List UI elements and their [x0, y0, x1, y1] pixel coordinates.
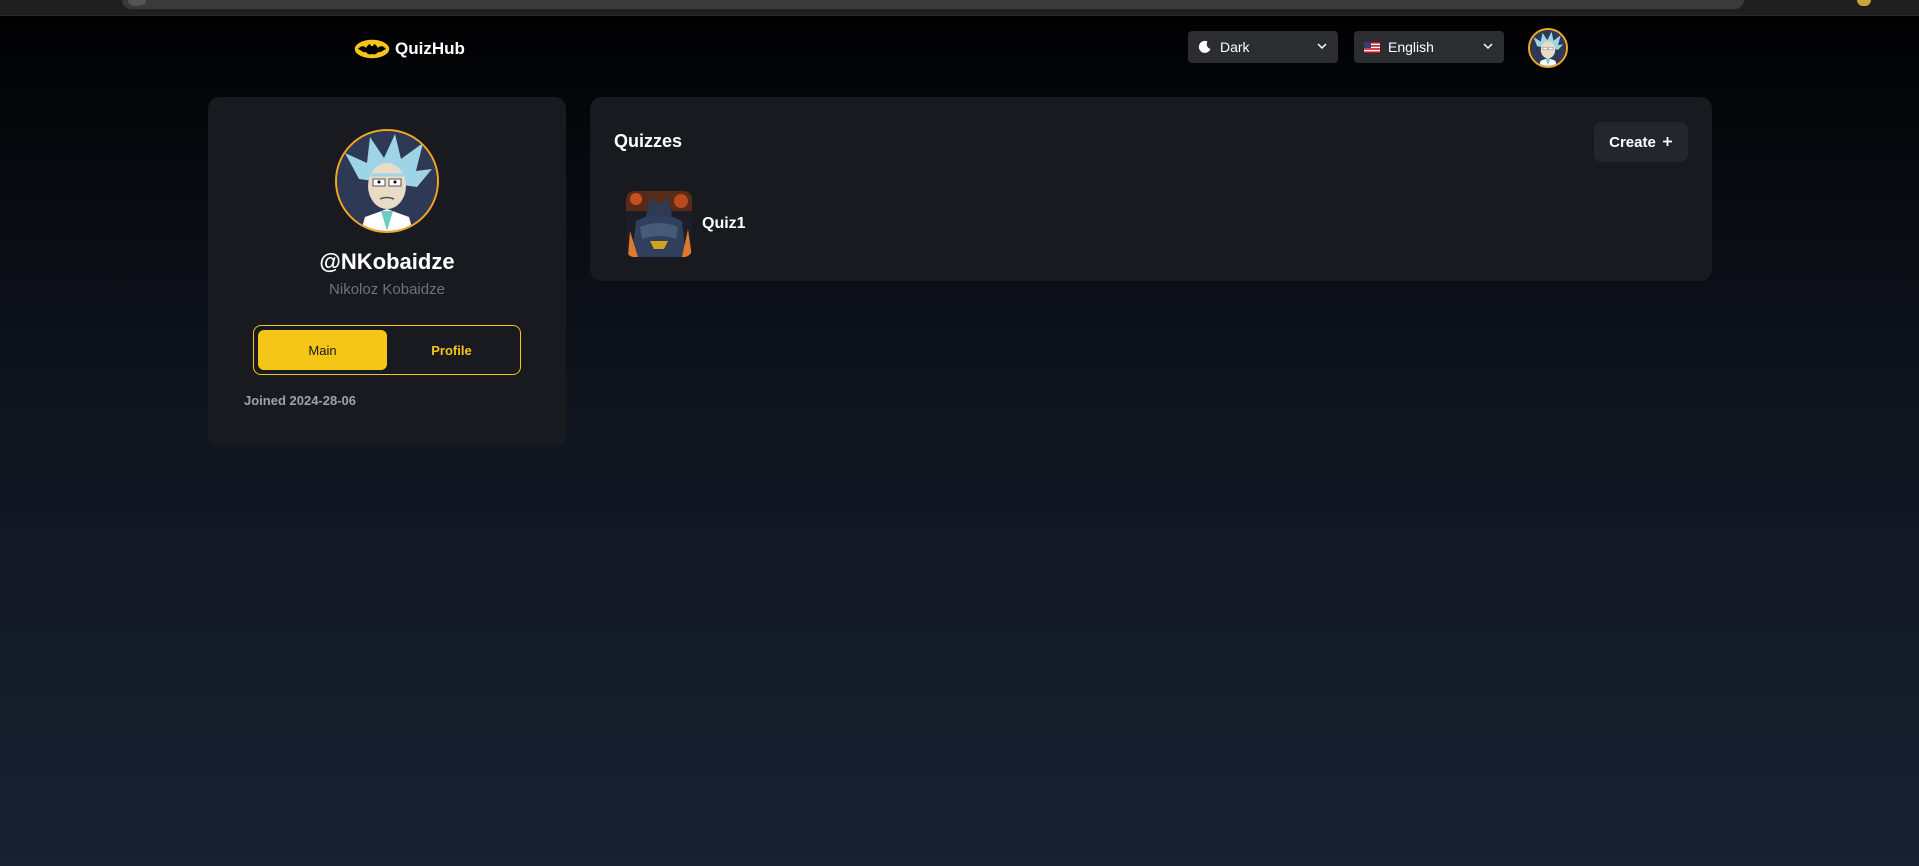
- plus-icon: [1662, 134, 1673, 151]
- profile-full-name: Nikoloz Kobaidze: [329, 281, 445, 298]
- chevron-down-icon: [1316, 39, 1328, 55]
- quiz-thumbnail: [626, 191, 692, 257]
- tab-main[interactable]: Main: [258, 330, 387, 370]
- profile-tabs: Main Profile: [253, 325, 521, 375]
- theme-select-value: Dark: [1220, 39, 1250, 55]
- browser-chrome: [0, 0, 1919, 16]
- address-bar[interactable]: [122, 0, 1744, 9]
- app-title: QuizHub: [395, 39, 465, 58]
- profile-username: @NKobaidze: [319, 249, 455, 274]
- joined-date: Joined 2024-28-06: [244, 393, 357, 408]
- create-quiz-button[interactable]: Create: [1594, 122, 1688, 162]
- profile-icon[interactable]: [1857, 0, 1871, 6]
- moon-icon: [1198, 40, 1212, 54]
- bat-logo-icon: [353, 38, 391, 60]
- quizzes-card: Quizzes Create Quiz1: [590, 97, 1712, 281]
- chevron-down-icon: [1482, 39, 1494, 55]
- language-select-value: English: [1388, 39, 1434, 55]
- app-logo[interactable]: QuizHub: [353, 37, 465, 61]
- profile-card: @NKobaidze Nikoloz Kobaidze Main Profile…: [208, 97, 566, 447]
- avatar-image: [1530, 30, 1566, 66]
- tab-profile[interactable]: Profile: [387, 330, 516, 370]
- create-label: Create: [1609, 133, 1656, 151]
- avatar-image: [337, 131, 437, 231]
- user-avatar-button[interactable]: [1528, 28, 1568, 68]
- quizzes-heading: Quizzes: [614, 131, 683, 151]
- quiz-title: Quiz1: [702, 215, 746, 232]
- language-select[interactable]: English: [1354, 31, 1504, 63]
- us-flag-icon: [1364, 41, 1380, 53]
- quiz-list-item[interactable]: Quiz1: [626, 191, 746, 257]
- profile-avatar: [335, 129, 439, 233]
- theme-select[interactable]: Dark: [1188, 31, 1338, 63]
